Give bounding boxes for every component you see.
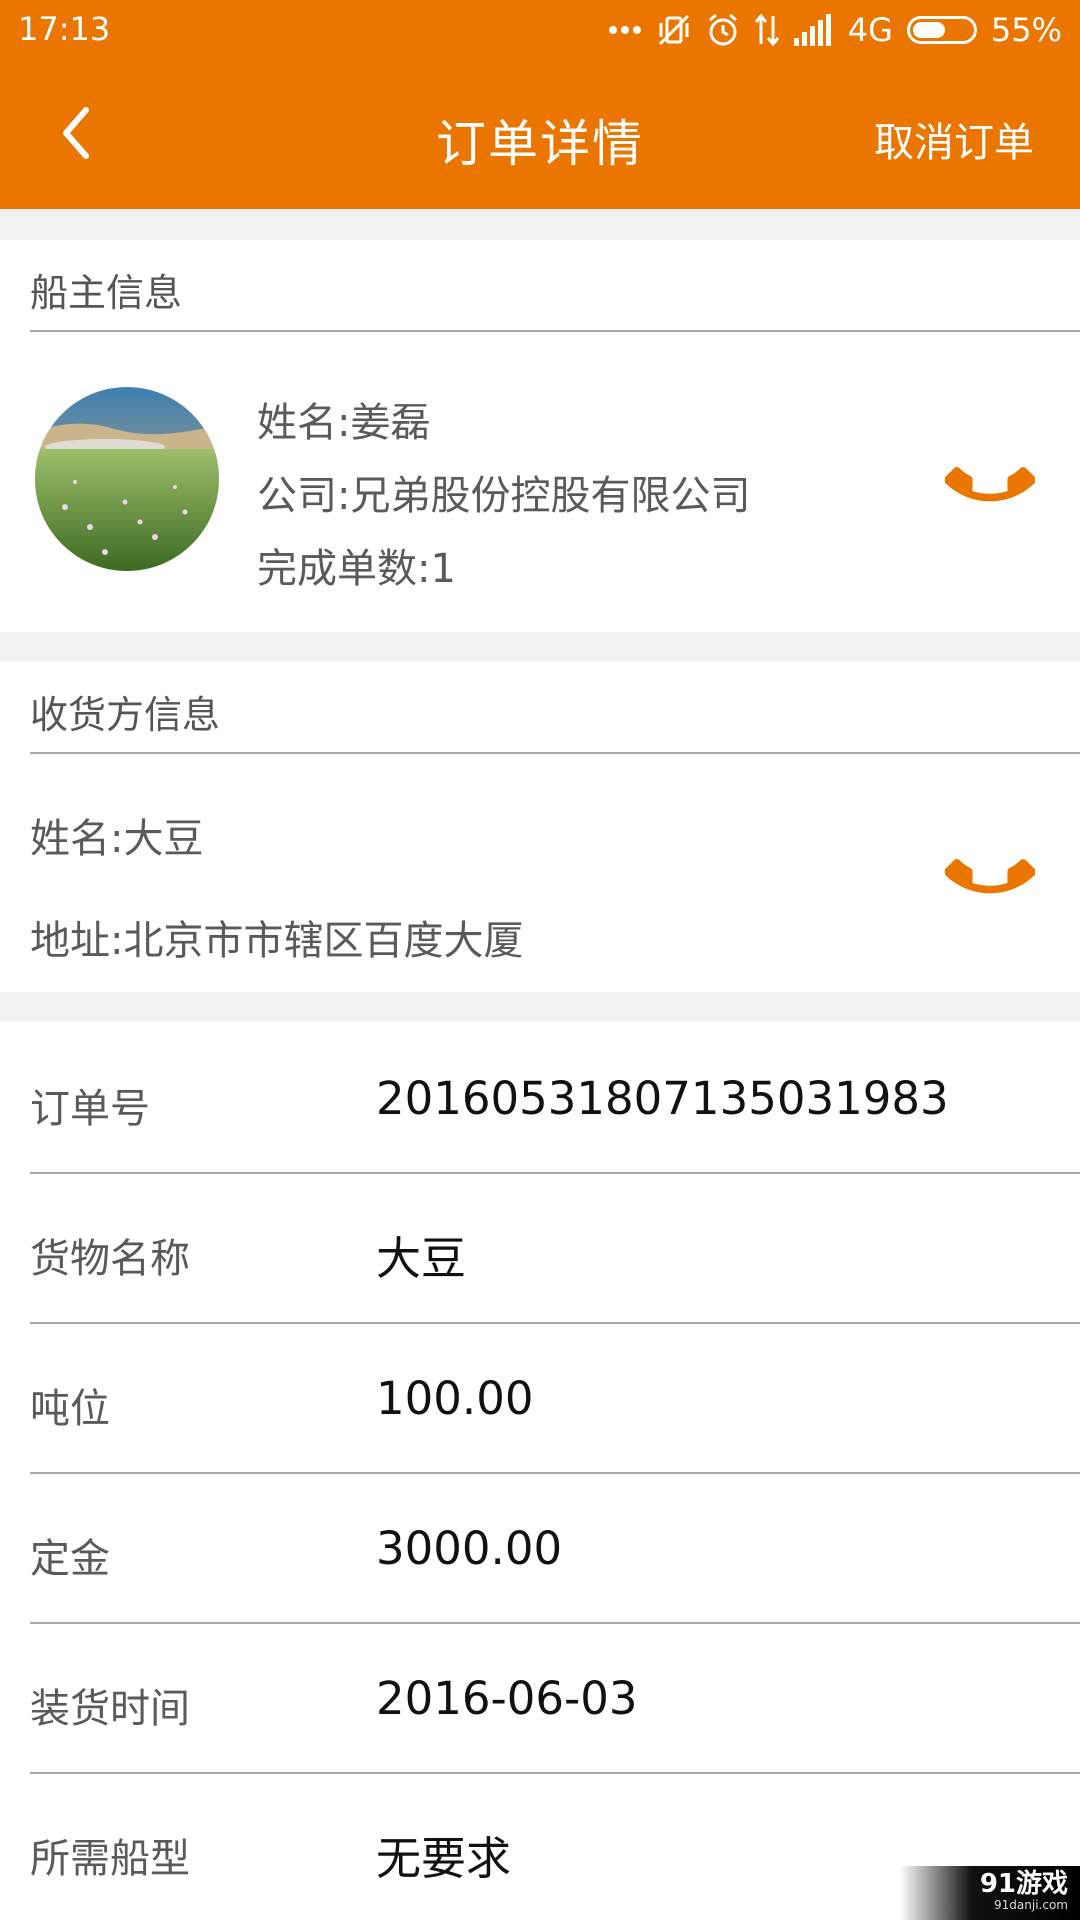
divider <box>30 1772 1080 1774</box>
row-value: 大豆 <box>376 1232 467 1285</box>
row-label: 所需船型 <box>30 1836 190 1882</box>
app-header: 17:13 4G 55% 订单详情 取消订单 <box>0 0 1080 209</box>
divider <box>30 1322 1080 1324</box>
status-icons: 4G 55% <box>608 8 1062 52</box>
data-arrows-icon <box>754 13 779 47</box>
vibrate-off-icon <box>658 14 689 46</box>
divider <box>30 1472 1080 1474</box>
signal-icon <box>793 14 831 46</box>
row-value: 无要求 <box>376 1832 512 1885</box>
owner-name: 姓名:姜磊 <box>257 400 431 446</box>
watermark: 91游戏 91danji.com <box>900 1866 1080 1920</box>
receiver-card: 收货方信息 姓名:大豆 地址:北京市市辖区百度大厦 <box>0 662 1080 992</box>
more-dots-icon <box>608 26 641 34</box>
row-label: 货物名称 <box>30 1236 190 1282</box>
row-label: 定金 <box>30 1536 110 1582</box>
avatar[interactable] <box>35 387 219 571</box>
receiver-section-title: 收货方信息 <box>30 693 221 737</box>
row-value: 3000.00 <box>376 1522 563 1575</box>
divider <box>30 330 1080 332</box>
network-label: 4G <box>847 11 893 49</box>
avatar-image <box>35 387 219 571</box>
owner-company: 公司:兄弟股份控股有限公司 <box>257 473 751 519</box>
row-value: 100.00 <box>376 1372 534 1425</box>
status-time: 17:13 <box>18 10 111 48</box>
status-bar: 17:13 4G 55% <box>0 0 1080 60</box>
divider <box>30 1172 1080 1174</box>
watermark-logo: 91游戏 <box>979 1869 1068 1899</box>
owner-section-title: 船主信息 <box>30 271 183 315</box>
alarm-icon <box>708 13 737 46</box>
battery-level <box>912 22 945 38</box>
divider <box>30 1622 1080 1624</box>
row-value: 2016-06-03 <box>376 1672 638 1725</box>
owner-completed-count: 完成单数:1 <box>257 546 456 592</box>
battery-icon <box>906 16 977 44</box>
watermark-url: 91danji.com <box>994 1898 1068 1912</box>
battery-percent: 55% <box>990 11 1062 49</box>
receiver-address: 地址:北京市市辖区百度大厦 <box>30 918 524 964</box>
row-label: 订单号 <box>30 1086 150 1132</box>
row-value: 20160531807135031983 <box>376 1072 949 1125</box>
owner-card: 船主信息 姓名:姜磊 公司:兄弟股份控股有限公司 完成单数:1 <box>0 240 1080 632</box>
row-label: 吨位 <box>30 1386 110 1432</box>
phone-icon[interactable] <box>945 827 1035 917</box>
order-details-card: 订单号 20160531807135031983 货物名称 大豆 吨位 100.… <box>0 1022 1080 1920</box>
nav-bar: 订单详情 取消订单 <box>0 60 1080 209</box>
cancel-order-button[interactable]: 取消订单 <box>874 110 1034 168</box>
receiver-name: 姓名:大豆 <box>30 816 204 862</box>
divider <box>30 752 1080 754</box>
row-label: 装货时间 <box>30 1686 190 1732</box>
phone-icon[interactable] <box>945 435 1035 525</box>
